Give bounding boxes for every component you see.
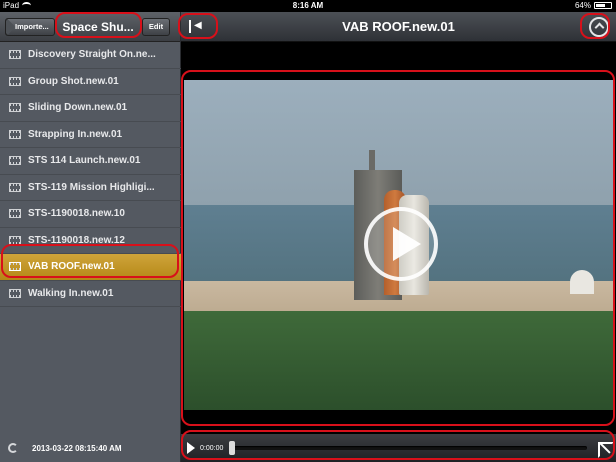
list-item[interactable]: Walking In.new.01 [0, 281, 181, 307]
film-icon [9, 262, 21, 272]
list-item[interactable]: STS 114 Launch.new.01 [0, 148, 181, 175]
list-item-label: VAB ROOF.new.01 [28, 261, 115, 273]
film-icon [9, 288, 21, 298]
play-icon[interactable] [364, 207, 438, 281]
film-icon [9, 156, 21, 166]
list-item[interactable]: STS-1190018.new.12 [0, 228, 181, 254]
back-button[interactable]: Importe... [5, 18, 55, 36]
video-frame-dome [570, 270, 594, 294]
sidebar: Importe... Space Shu... Edit Discovery S… [0, 12, 181, 462]
film-icon [9, 103, 21, 113]
status-bar: iPad 8:16 AM 64% [0, 0, 616, 12]
sidebar-footer: 2013-03-22 08:15:40 AM [0, 434, 181, 462]
list-item-label: Sliding Down.new.01 [28, 102, 128, 114]
list-item[interactable]: Discovery Straight On.ne... [0, 42, 181, 69]
battery-percent: 64% [574, 1, 591, 10]
refresh-icon[interactable] [8, 443, 18, 453]
list-item-label: Discovery Straight On.ne... [28, 49, 156, 61]
film-icon [9, 129, 21, 139]
sidebar-header: Importe... Space Shu... Edit [0, 12, 180, 42]
clip-title: VAB ROOF.new.01 [342, 19, 455, 34]
share-icon[interactable] [589, 17, 609, 37]
list-item[interactable]: STS-1190018.new.10 [0, 201, 181, 228]
main-header: ◀ VAB ROOF.new.01 [181, 12, 616, 42]
list-item-label: Group Shot.new.01 [28, 75, 119, 87]
list-item[interactable]: Sliding Down.new.01 [0, 95, 181, 122]
film-icon [9, 76, 21, 86]
sidebar-title: Space Shu... [62, 20, 134, 34]
list-item[interactable]: STS-119 Mission Highligi... [0, 175, 181, 201]
fullscreen-icon[interactable] [598, 442, 614, 458]
list-item[interactable]: Group Shot.new.01 [0, 69, 181, 95]
edit-button[interactable]: Edit [142, 18, 170, 36]
status-right: 64% [575, 1, 612, 10]
list-item-label: STS-1190018.new.12 [28, 234, 125, 246]
film-icon [9, 235, 21, 245]
scrubber-handle[interactable] [229, 441, 236, 455]
film-icon [9, 50, 21, 60]
list-item-label: Walking In.new.01 [28, 287, 114, 299]
playback-controls: 0:00:00 [181, 434, 616, 462]
main-panel: ◀ VAB ROOF.new.01 0:00:00 [181, 12, 616, 462]
list-item-label: STS-1190018.new.10 [28, 208, 125, 220]
list-item-label: Strapping In.new.01 [28, 128, 123, 140]
video-frame-grass [184, 311, 614, 410]
play-button[interactable] [187, 442, 195, 454]
list-item-selected[interactable]: VAB ROOF.new.01 [0, 254, 181, 281]
battery-icon [594, 2, 612, 9]
film-icon [9, 209, 21, 219]
list-item[interactable]: Strapping In.new.01 [0, 122, 181, 148]
list-item-label: STS-119 Mission Highligi... [28, 181, 155, 193]
film-icon [9, 182, 21, 192]
last-updated-timestamp: 2013-03-22 08:15:40 AM [32, 443, 122, 453]
video-player[interactable] [184, 80, 614, 410]
list-item-label: STS 114 Launch.new.01 [28, 155, 141, 167]
clip-list: Discovery Straight On.ne... Group Shot.n… [0, 42, 181, 307]
scrubber-track[interactable] [229, 441, 588, 455]
status-time: 8:16 AM [292, 1, 324, 10]
current-time: 0:00:00 [200, 444, 224, 452]
